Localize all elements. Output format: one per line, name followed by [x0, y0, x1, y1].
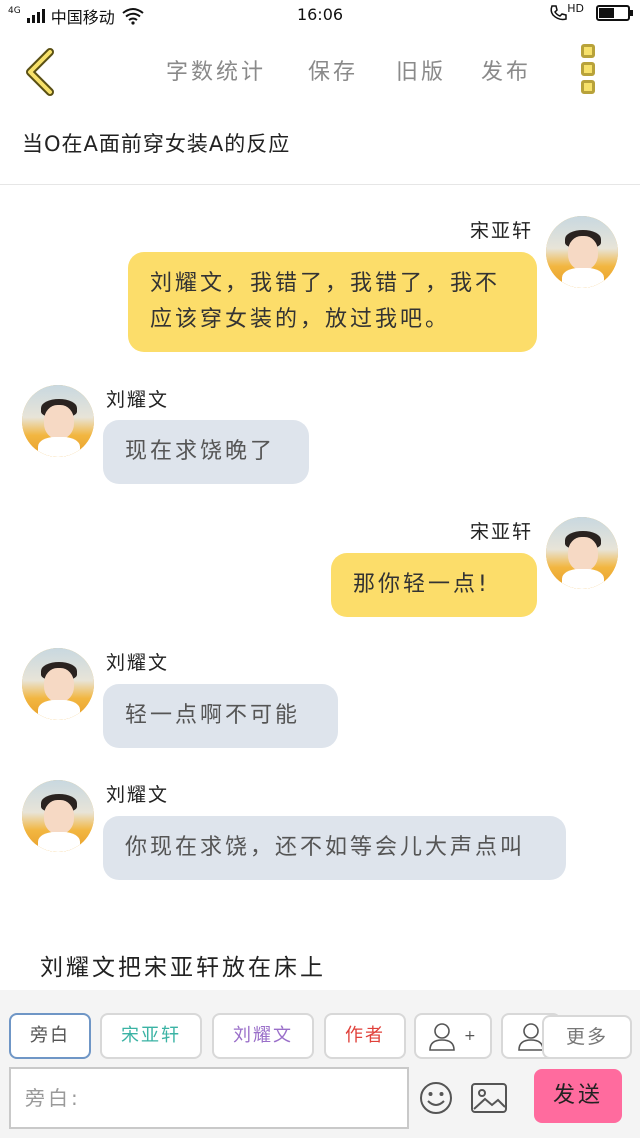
image-icon[interactable] — [470, 1082, 508, 1114]
user-icon — [429, 1023, 456, 1051]
message-bubble[interactable]: 轻一点啊不可能 — [103, 684, 338, 748]
message-bubble[interactable]: 那你轻一点! — [331, 553, 537, 617]
more-roles-button[interactable]: 更多 — [542, 1015, 632, 1059]
divider — [0, 184, 640, 185]
hd-label: HD — [567, 1, 584, 15]
story-title: 当O在A面前穿女装A的反应 — [22, 132, 291, 156]
publish-button[interactable]: 发布 — [481, 54, 531, 86]
message-bubble[interactable]: 你现在求饶，还不如等会儿大声点叫 — [103, 816, 566, 880]
more-menu-button[interactable] — [576, 42, 600, 98]
menu-dot-icon — [581, 62, 595, 76]
role-song-yaxuan-button[interactable]: 宋亚轩 — [100, 1013, 202, 1059]
add-role-button[interactable]: + — [414, 1013, 492, 1059]
battery-icon — [596, 5, 633, 21]
avatar[interactable] — [22, 648, 94, 720]
status-bar: 4G 中国移动 16:06 HD — [0, 0, 640, 32]
call-hd-icon: HD — [549, 1, 584, 22]
speaker-name: 宋亚轩 — [470, 521, 534, 543]
role-narrator-button[interactable]: 旁白 — [9, 1013, 91, 1059]
message-input[interactable] — [11, 1069, 407, 1127]
plus-label: + — [464, 1028, 478, 1044]
message-input-box[interactable] — [9, 1067, 409, 1129]
menu-dot-icon — [581, 44, 595, 58]
role-author-button[interactable]: 作者 — [324, 1013, 406, 1059]
speaker-name: 刘耀文 — [106, 389, 170, 411]
clock: 16:06 — [296, 5, 344, 24]
message-bubble[interactable]: 刘耀文，我错了，我错了，我不应该穿女装的，放过我吧。 — [128, 252, 537, 352]
chevron-left-icon — [26, 48, 54, 96]
avatar[interactable] — [546, 517, 618, 589]
word-count-button[interactable]: 字数统计 — [166, 54, 266, 86]
old-version-button[interactable]: 旧版 — [396, 54, 446, 86]
role-liu-yaowen-button[interactable]: 刘耀文 — [212, 1013, 314, 1059]
speaker-name: 刘耀文 — [106, 652, 170, 674]
avatar[interactable] — [22, 780, 94, 852]
avatar[interactable] — [22, 385, 94, 457]
speaker-name: 刘耀文 — [106, 784, 170, 806]
input-panel: 旁白 宋亚轩 刘耀文 作者 + 更多 发送 — [0, 990, 640, 1138]
send-button[interactable]: 发送 — [534, 1069, 622, 1123]
user-icon — [518, 1023, 544, 1051]
speaker-name: 宋亚轩 — [470, 220, 534, 242]
emoji-icon[interactable] — [418, 1080, 454, 1116]
menu-dot-icon — [581, 80, 595, 94]
avatar[interactable] — [546, 216, 618, 288]
message-bubble[interactable]: 现在求饶晚了 — [103, 420, 309, 484]
toolbar: 字数统计 保存 旧版 发布 — [0, 32, 640, 110]
narration-text[interactable]: 刘耀文把宋亚轩放在床上 — [40, 948, 326, 982]
back-button[interactable] — [20, 42, 64, 98]
save-button[interactable]: 保存 — [308, 54, 358, 86]
